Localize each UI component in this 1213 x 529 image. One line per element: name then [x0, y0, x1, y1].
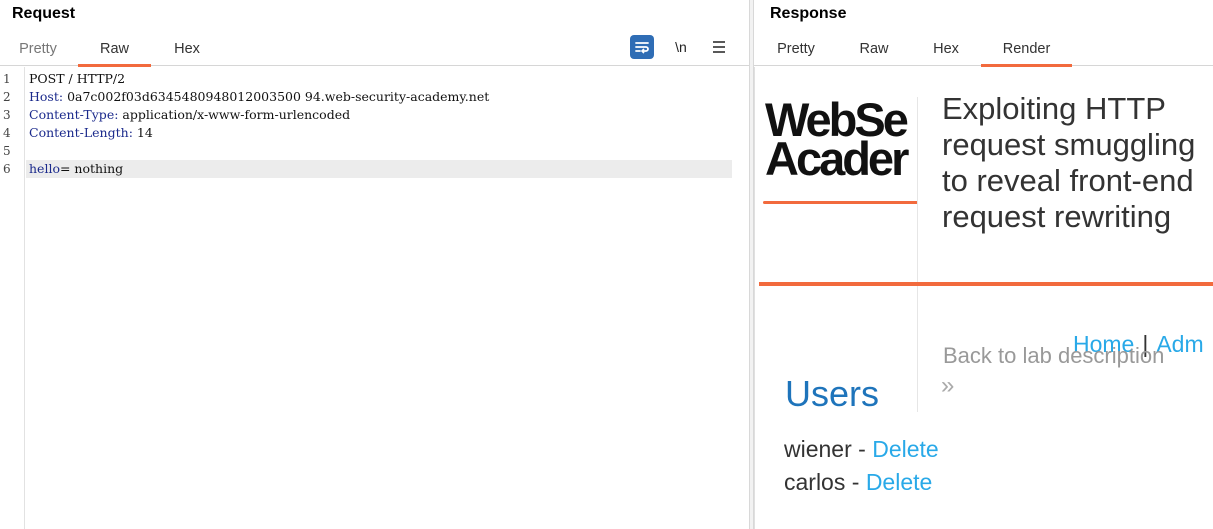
logo-underline	[763, 201, 918, 204]
request-title: Request	[12, 5, 76, 22]
user-row: wiener - Delete	[784, 436, 939, 462]
username: wiener	[784, 436, 852, 462]
line-number: 1	[3, 72, 11, 86]
header-key: Content-Length	[29, 125, 129, 140]
header-orange-band	[759, 282, 1213, 286]
response-title: Response	[770, 5, 847, 22]
web-security-academy-logo: WebSe Acader	[765, 100, 909, 185]
tab-raw[interactable]: Raw	[78, 36, 151, 67]
word-wrap-icon	[635, 42, 649, 54]
line-number: 3	[3, 108, 11, 122]
header-key: Host	[29, 89, 59, 104]
hamburger-menu-icon	[713, 41, 725, 53]
chevron-right-icon: »	[941, 372, 955, 399]
menu-button[interactable]	[708, 35, 730, 59]
word-wrap-button[interactable]	[630, 35, 654, 59]
line-number: 6	[3, 162, 11, 176]
lab-title: Exploiting HTTP request smuggling to rev…	[942, 91, 1196, 234]
newline-toggle-button[interactable]: \n	[670, 35, 692, 59]
tab-pretty[interactable]: Pretty	[768, 36, 824, 66]
line-number: 4	[3, 126, 11, 140]
delete-user-link[interactable]: Delete	[866, 469, 932, 495]
tab-pretty[interactable]: Pretty	[10, 36, 66, 66]
editor-line[interactable]: 6 hello= nothing	[0, 160, 749, 178]
rendered-page: WebSe Acader Exploiting HTTP request smu…	[754, 67, 1213, 529]
header-key: Content-Type	[29, 107, 115, 122]
line-text: 0a7c002f03d6345480948012003500 94.web-se…	[63, 89, 490, 104]
tab-hex[interactable]: Hex	[160, 36, 214, 66]
line-number: 5	[3, 144, 11, 158]
tab-raw[interactable]: Raw	[850, 36, 898, 66]
editor-line[interactable]: 4 Content-Length: 14	[0, 124, 749, 142]
username: carlos	[784, 469, 846, 495]
editor-line[interactable]: 2 Host: 0a7c002f03d6345480948012003500 9…	[0, 88, 749, 106]
line-text: POST / HTTP/2	[29, 71, 126, 86]
line-text: 14	[132, 125, 153, 140]
request-editor[interactable]: 1 POST / HTTP/2 2 Host: 0a7c002f03d63454…	[0, 67, 749, 529]
user-row: carlos - Delete	[784, 469, 933, 495]
users-heading: Users	[785, 373, 880, 414]
delete-user-link[interactable]: Delete	[872, 436, 938, 462]
tab-hex[interactable]: Hex	[924, 36, 968, 66]
body-param-key: hello	[29, 161, 60, 176]
header-divider	[917, 97, 918, 412]
editor-line[interactable]: 1 POST / HTTP/2	[0, 70, 749, 88]
response-tabs: Pretty Raw Hex Render	[754, 36, 1213, 67]
line-number: 2	[3, 90, 11, 104]
line-text: application/x-www-form-urlencoded	[118, 107, 351, 122]
editor-line[interactable]: 3 Content-Type: application/x-www-form-u…	[0, 106, 749, 124]
back-to-lab-link[interactable]: Back to lab description	[943, 343, 1164, 369]
editor-line[interactable]: 5	[0, 142, 749, 160]
line-text: = nothing	[59, 161, 124, 176]
tab-render[interactable]: Render	[981, 36, 1072, 67]
